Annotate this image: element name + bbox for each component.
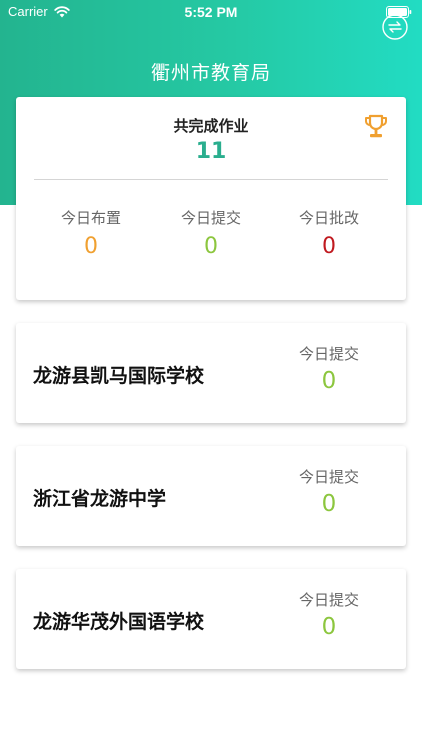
school-name: 浙江省龙游中学 [33, 488, 167, 510]
stat-label: 今日布置 [60, 209, 121, 227]
switch-arrows-icon [382, 14, 408, 40]
school-card-kaima[interactable]: 龙游县凯马国际学校 今日提交 0 [16, 323, 406, 423]
school-card-huamao[interactable]: 龙游华茂外国语学校 今日提交 0 [16, 569, 406, 669]
school-stat-value: 0 [321, 491, 337, 517]
stat-graded-today: 今日批改 0 [264, 207, 394, 259]
school-stat-label: 今日提交 [298, 345, 359, 363]
switch-account-button[interactable] [382, 14, 408, 40]
school-stat-value: 0 [321, 368, 337, 394]
stat-value: 0 [204, 234, 218, 259]
summary-card: 共完成作业 11 今日布置 0 今日提交 0 今日批改 0 [16, 97, 406, 300]
school-stat-label: 今日提交 [298, 468, 359, 486]
summary-total: 11 [195, 139, 227, 164]
stat-value: 0 [322, 234, 336, 259]
summary-label: 共完成作业 [173, 117, 249, 135]
school-submit-stat: 今日提交 0 [284, 589, 374, 640]
school-submit-stat: 今日提交 0 [284, 343, 374, 394]
status-bar: Carrier 5:52 PM [0, 0, 422, 24]
school-name: 龙游华茂外国语学校 [33, 611, 205, 633]
trophy-icon [364, 114, 388, 138]
stat-label: 今日提交 [180, 209, 241, 227]
page-title: 衢州市教育局 [150, 62, 271, 84]
stat-assigned-today: 今日布置 0 [26, 207, 156, 259]
school-name: 龙游县凯马国际学校 [33, 365, 205, 387]
stat-value: 0 [84, 234, 98, 259]
summary-divider [34, 179, 388, 180]
school-stat-label: 今日提交 [298, 591, 359, 609]
school-stat-value: 0 [321, 614, 337, 640]
stat-submitted-today: 今日提交 0 [146, 207, 276, 259]
school-submit-stat: 今日提交 0 [284, 466, 374, 517]
status-time: 5:52 PM [184, 4, 238, 20]
stat-label: 今日批改 [298, 209, 359, 227]
school-card-longyou-middle[interactable]: 浙江省龙游中学 今日提交 0 [16, 446, 406, 546]
